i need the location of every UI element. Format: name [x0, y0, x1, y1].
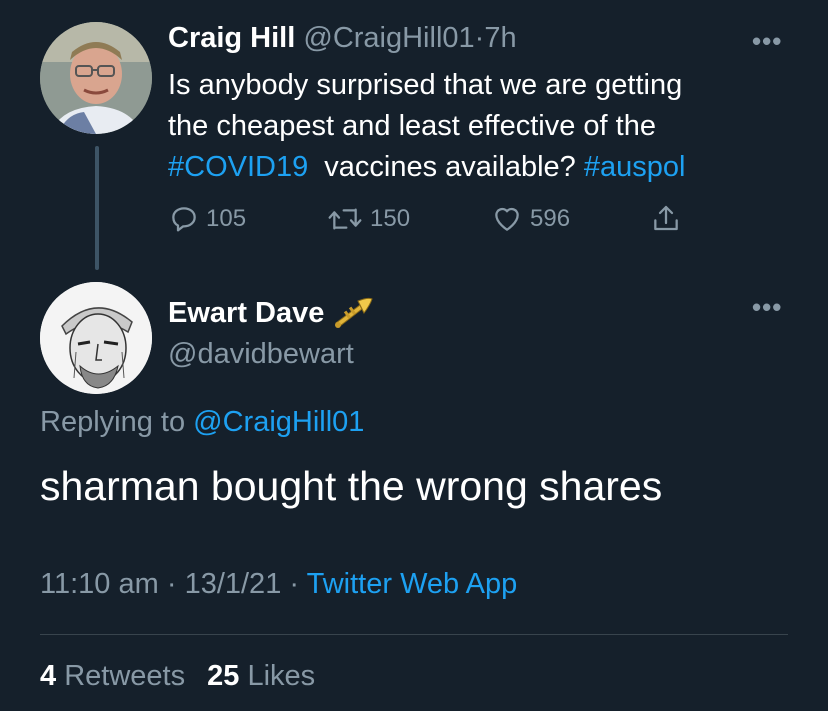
reply-source[interactable]: Twitter Web App	[307, 568, 518, 600]
replying-to: Replying to @CraigHill01	[40, 406, 364, 439]
retweet-button[interactable]: 150	[326, 201, 410, 237]
parent-text-line2: the cheapest and least effective of the	[168, 110, 656, 142]
retweets-count: 4	[40, 660, 57, 692]
like-count: 596	[530, 205, 571, 232]
parent-separator: ·	[474, 22, 485, 54]
avatar-craig-hill-image	[40, 22, 152, 134]
reply-text: sharman bought the wrong shares	[40, 463, 663, 509]
likes-stat[interactable]: 25 Likes	[207, 660, 315, 692]
tweet-stats: 4 Retweets 25 Likes	[40, 660, 315, 693]
reply-time[interactable]: 11:10 am	[40, 568, 159, 600]
replying-to-handle[interactable]: @CraigHill01	[193, 406, 364, 438]
likes-count: 25	[207, 660, 240, 692]
share-icon	[654, 205, 678, 231]
avatar-craig-hill[interactable]	[40, 22, 152, 134]
likes-label: Likes	[247, 660, 316, 692]
retweets-stat[interactable]: 4 Retweets	[40, 660, 193, 692]
avatar-ewart-dave-image	[40, 282, 152, 394]
parent-display-name[interactable]: Craig Hill	[168, 22, 295, 54]
avatar-ewart-dave[interactable]	[40, 282, 152, 394]
reply-icon	[172, 207, 196, 232]
hashtag-covid19[interactable]: #COVID19	[168, 151, 308, 183]
reply-separator-1: ·	[166, 568, 177, 600]
thread-line	[95, 146, 99, 270]
retweet-count: 150	[370, 205, 411, 232]
parent-text-line1: Is anybody surprised that we are getting	[168, 69, 683, 101]
replying-to-label: Replying to	[40, 406, 186, 438]
parent-tweet-text: Is anybody surprised that we are getting…	[168, 65, 685, 188]
reply-author: Ewart Dave	[168, 295, 374, 331]
reply-handle[interactable]: @davidbewart	[168, 338, 354, 371]
parent-handle[interactable]: @CraigHill01	[303, 22, 474, 54]
heart-icon	[495, 207, 519, 231]
retweet-icon	[328, 208, 362, 230]
parent-more-button[interactable]: •••	[752, 28, 782, 54]
tweet-screen: { "parent_tweet": { "display_name": "Cra…	[0, 0, 828, 711]
parent-text-line3: #COVID19 vaccines available? #auspol	[168, 147, 685, 188]
reply-date[interactable]: 13/1/21	[185, 568, 282, 600]
trumpet-icon	[335, 297, 373, 328]
parent-text-mid: vaccines available?	[316, 151, 576, 183]
reply-separator-2: ·	[289, 568, 300, 600]
hashtag-auspol[interactable]: #auspol	[584, 151, 686, 183]
reply-meta: 11:10 am · 13/1/21 · Twitter Web App	[40, 568, 517, 601]
reply-count: 105	[206, 205, 247, 232]
parent-time[interactable]: 7h	[484, 22, 516, 54]
parent-tweet-header: Craig Hill @CraigHill01·7h	[168, 22, 517, 55]
divider	[40, 634, 788, 635]
share-button[interactable]	[650, 201, 682, 237]
reply-display-name[interactable]: Ewart Dave	[168, 297, 324, 330]
like-button[interactable]: 596	[490, 201, 570, 237]
retweets-label: Retweets	[64, 660, 186, 692]
reply-more-button[interactable]: •••	[752, 294, 782, 320]
reply-button[interactable]: 105	[168, 201, 246, 237]
